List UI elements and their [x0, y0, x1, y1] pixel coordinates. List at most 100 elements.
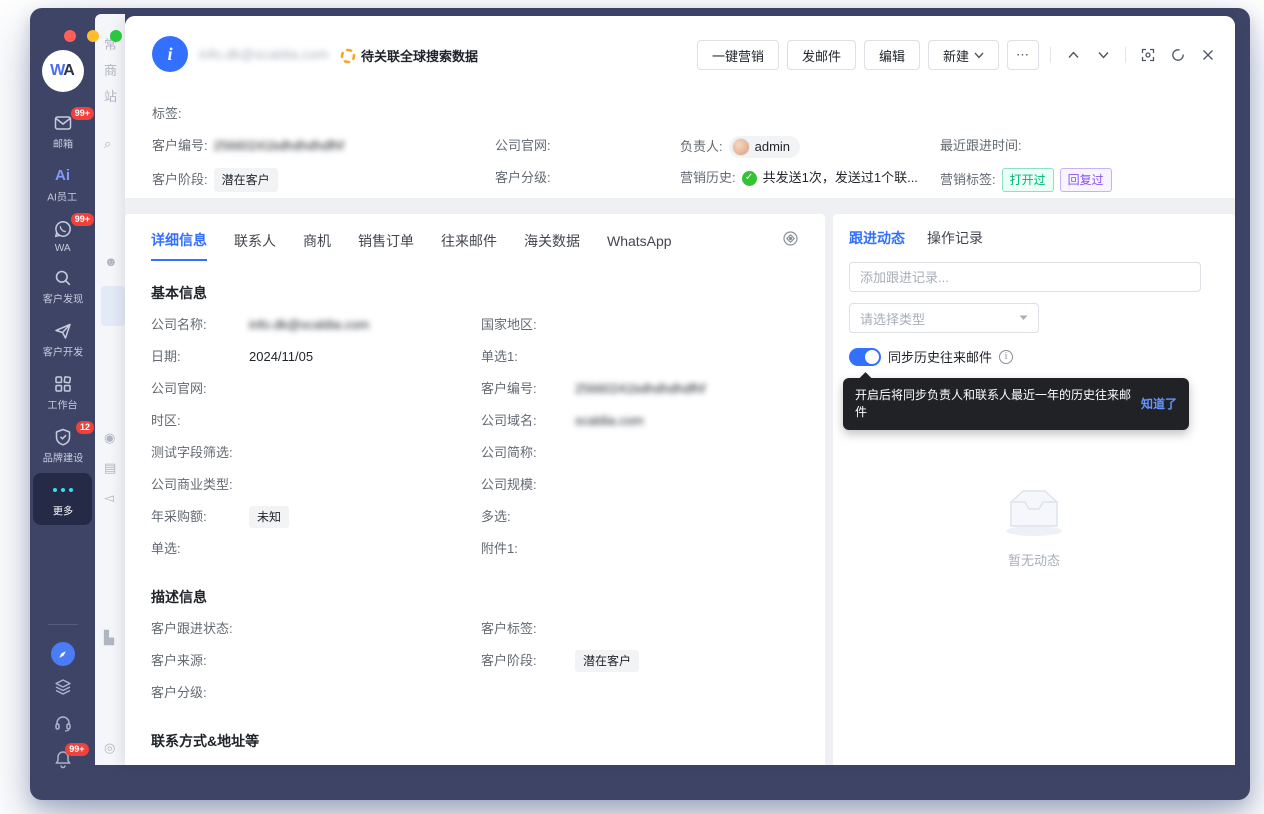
customer-no-label: 客户编号: — [152, 136, 208, 156]
minimize-window-button[interactable] — [87, 30, 99, 42]
field-label: 公司官网: — [151, 373, 207, 405]
refresh-button[interactable] — [1167, 44, 1189, 66]
shield-icon — [53, 427, 73, 447]
tag-opened: 打开过 — [1002, 168, 1054, 192]
add-follow-up-input[interactable] — [849, 262, 1201, 292]
empty-state-text: 暂无动态 — [1008, 550, 1060, 569]
tab-contacts[interactable]: 联系人 — [234, 231, 276, 260]
sidebar-item-whatsapp[interactable]: 99+ WA — [33, 212, 92, 260]
background-icon: ◅ — [104, 490, 114, 506]
sidebar-item-label: AI员工 — [48, 190, 78, 205]
value-badge: 未知 — [249, 506, 289, 528]
create-button[interactable]: 新建 — [928, 40, 999, 70]
field-row: 客户分级: — [151, 677, 799, 709]
sidebar-item-customer-development[interactable]: 客户开发 — [33, 314, 92, 366]
field-row: 社交媒体: — [151, 757, 799, 765]
send-email-button[interactable]: 发邮件 — [787, 40, 856, 70]
sync-history-toggle[interactable] — [849, 348, 881, 366]
field-row: 时区: 公司域名: scaldia.com — [151, 405, 799, 437]
type-select[interactable]: 请选择类型 — [849, 303, 1039, 333]
divider — [1125, 47, 1126, 63]
section-basic-info: 基本信息 — [151, 283, 799, 303]
link-status-text: 待关联全球搜索数据 — [361, 46, 478, 65]
tooltip-got-it-button[interactable]: 知道了 — [1141, 396, 1177, 413]
tab-follow-up[interactable]: 跟进动态 — [849, 228, 905, 254]
tab-customs-data[interactable]: 海关数据 — [524, 231, 580, 260]
tab-detail-info[interactable]: 详细信息 — [151, 230, 207, 261]
next-record-button[interactable] — [1092, 44, 1114, 66]
field-label: 客户阶段: — [481, 645, 537, 677]
tab-sales-orders[interactable]: 销售订单 — [358, 231, 414, 260]
field-value: info.dk@scaldia.com — [249, 309, 369, 341]
field-label: 客户标签: — [481, 613, 537, 645]
field-row: 公司商业类型: 公司规模: — [151, 469, 799, 501]
sidebar-item-label: 更多 — [52, 504, 72, 519]
sidebar-item-brand-building[interactable]: 12 品牌建设 — [33, 420, 92, 472]
create-button-label: 新建 — [943, 46, 969, 65]
field-value: scaldia.com — [575, 405, 644, 437]
tab-opportunities[interactable]: 商机 — [303, 231, 331, 260]
close-window-button[interactable] — [64, 30, 76, 42]
tab-whatsapp[interactable]: WhatsApp — [607, 233, 672, 258]
zoom-window-button[interactable] — [110, 30, 122, 42]
app-window: WA 99+ 邮箱 Ai AI员工 99+ WA 客户发现 — [30, 8, 1250, 800]
sidebar-item-workbench[interactable]: 工作台 — [33, 367, 92, 419]
customer-no-value: 25660241bdhdhdhdfhf — [214, 136, 344, 156]
history-label: 营销历史: — [680, 168, 736, 188]
tab-emails[interactable]: 往来邮件 — [441, 231, 497, 260]
field-label: 公司名称: — [151, 309, 207, 341]
ai-icon: Ai — [55, 166, 70, 186]
sidebar-divider — [48, 624, 78, 625]
notifications[interactable]: 99+ — [53, 749, 73, 774]
close-modal-button[interactable] — [1197, 44, 1219, 66]
mail-badge: 99+ — [71, 107, 94, 120]
sync-tooltip: 开启后将同步负责人和联系人最近一年的历史往来邮件 知道了 — [843, 378, 1189, 430]
sidebar-item-ai-staff[interactable]: Ai AI员工 — [33, 159, 92, 211]
logo-letter-a: A — [63, 62, 75, 80]
sidebar-item-label: 客户发现 — [42, 292, 82, 307]
sidebar-item-customer-discovery[interactable]: 客户发现 — [33, 261, 92, 313]
whatsapp-icon — [53, 219, 73, 239]
tab-operation-log[interactable]: 操作记录 — [927, 228, 983, 254]
background-icon: ☻ — [104, 254, 118, 269]
compass-icon[interactable] — [51, 642, 75, 666]
field-label: 时区: — [151, 405, 181, 437]
section-contact-info: 联系方式&地址等 — [151, 731, 799, 751]
send-icon — [53, 321, 73, 341]
edit-button[interactable]: 编辑 — [864, 40, 920, 70]
background-text: 商 — [104, 60, 117, 79]
previous-record-button[interactable] — [1062, 44, 1084, 66]
field-row: 日期: 2024/11/05 单选1: — [151, 341, 799, 373]
headset-icon[interactable] — [53, 713, 73, 738]
globe-sync-icon — [340, 48, 356, 64]
sidebar-item-more[interactable]: 更多 — [33, 473, 92, 525]
field-row: 客户跟进状态: 客户标签: — [151, 613, 799, 645]
owner-pill[interactable]: admin — [729, 136, 800, 158]
field-row: 单选: 附件1: — [151, 533, 799, 565]
brand-badge: 12 — [76, 421, 94, 434]
field-value: 2024/11/05 — [249, 341, 313, 373]
stage-field: 客户阶段: 潜在客户 — [152, 168, 278, 192]
resources-icon[interactable] — [53, 677, 73, 702]
field-label: 附件1: — [481, 533, 518, 565]
sidebar-item-mail[interactable]: 99+ 邮箱 — [33, 106, 92, 158]
background-selected-row — [101, 286, 125, 326]
background-icon: ▤ — [104, 460, 116, 476]
sidebar-item-label: 邮箱 — [52, 137, 72, 152]
app-logo: WA — [42, 50, 84, 92]
chevron-down-icon — [1019, 315, 1028, 321]
stage-label: 客户阶段: — [152, 170, 208, 190]
field-label: 单选: — [151, 533, 181, 565]
expand-modal-button[interactable] — [1137, 44, 1159, 66]
global-search-link-status[interactable]: 待关联全球搜索数据 — [340, 46, 478, 65]
empty-box-icon — [999, 484, 1069, 538]
more-actions-button[interactable]: ⋯ — [1007, 40, 1039, 70]
field-settings-icon[interactable] — [782, 230, 799, 250]
field-label: 公司域名: — [481, 405, 537, 437]
panel-tabs: 跟进动态 操作记录 — [849, 228, 1219, 254]
info-icon[interactable]: i — [999, 350, 1013, 364]
field-label: 多选: — [481, 501, 511, 533]
refresh-icon — [1171, 48, 1185, 62]
one-click-marketing-button[interactable]: 一键营销 — [697, 40, 779, 70]
follow-up-panel: 跟进动态 操作记录 请选择类型 同步历史往来邮件 i 开启后将同步负责人和联系人… — [833, 214, 1235, 765]
